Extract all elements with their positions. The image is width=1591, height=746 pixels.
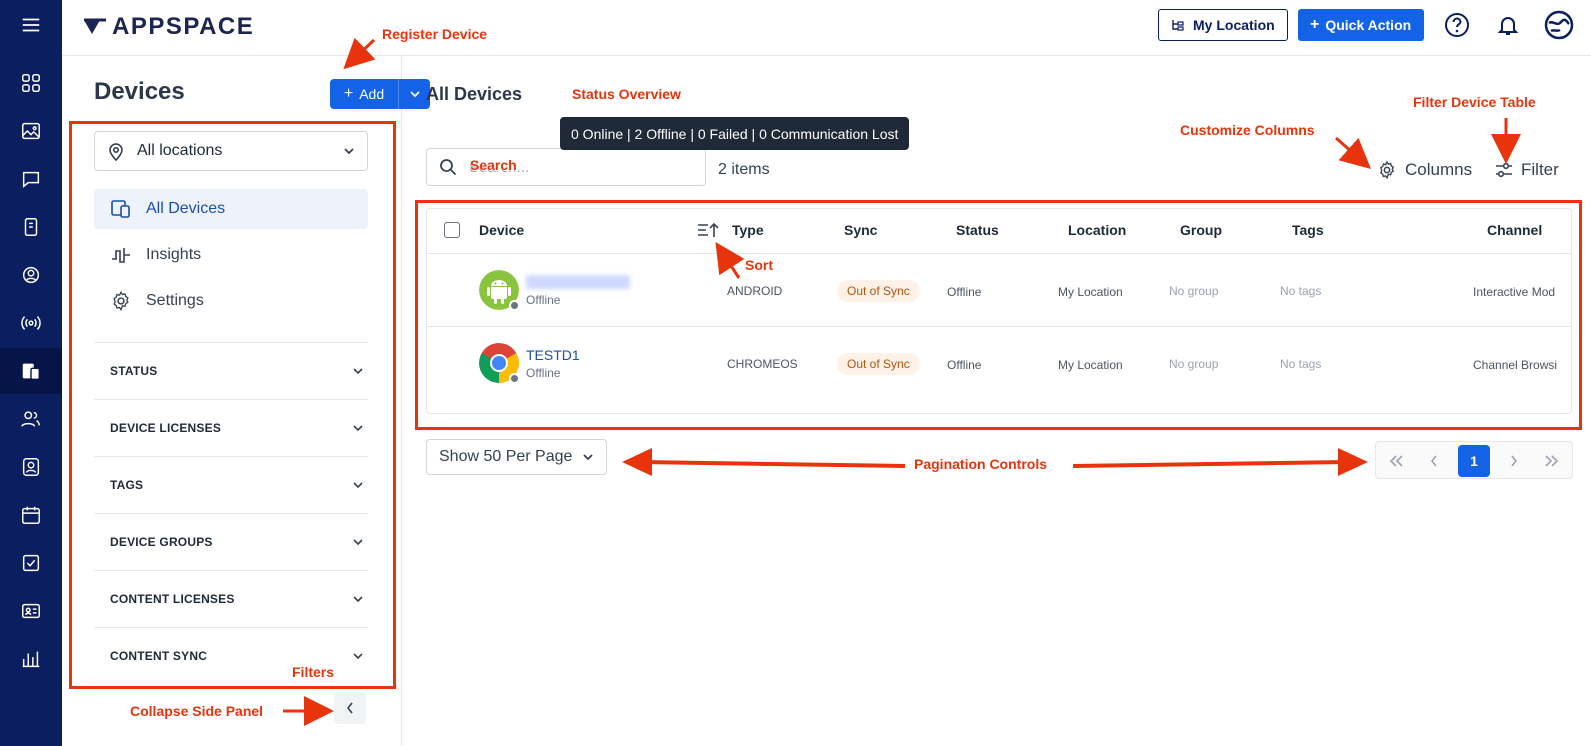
help-button[interactable] [1442, 10, 1472, 40]
search-input[interactable]: Search... [426, 148, 706, 186]
side-panel-title: Devices [94, 78, 185, 105]
add-button-group: + Add [330, 79, 430, 109]
page-title: All Devices [426, 84, 523, 104]
rail-device[interactable] [0, 204, 62, 250]
annotation-filters: Filters [292, 664, 335, 680]
nav-rail [0, 0, 62, 746]
next-page-button[interactable] [1498, 445, 1530, 477]
annotation-search: Search [470, 157, 517, 173]
rail-profile[interactable] [0, 444, 62, 490]
devices-icon [22, 363, 40, 380]
last-page-button[interactable] [1536, 445, 1568, 477]
items-count: 2 items [718, 161, 770, 178]
account-globe-icon [1544, 10, 1574, 40]
target-icon [22, 266, 40, 284]
filter-label: Filter [1521, 160, 1559, 179]
bar-chart-icon [22, 651, 40, 668]
quick-action-button[interactable]: + Quick Action [1298, 9, 1424, 41]
quick-action-label: Quick Action [1325, 17, 1412, 33]
my-location-button[interactable]: My Location [1158, 9, 1288, 41]
per-page-select[interactable]: Show 50 Per Page [426, 439, 608, 475]
filters-highlight-box [69, 121, 396, 689]
rail-users[interactable] [0, 396, 62, 442]
page-1-button[interactable]: 1 [1458, 445, 1490, 477]
rail-analytics[interactable] [0, 636, 62, 682]
task-icon [22, 554, 40, 572]
status-overview-tooltip: 0 Online | 2 Offline | 0 Failed | 0 Comm… [560, 117, 910, 150]
plus-icon: + [343, 85, 354, 102]
appspace-logo[interactable]: APPSPACE [82, 13, 254, 41]
table-highlight-box [415, 200, 1582, 430]
rail-broadcast[interactable] [0, 300, 62, 346]
rail-devices[interactable] [0, 348, 62, 394]
chevrons-right-icon [1545, 455, 1559, 467]
pagination: 1 [1375, 441, 1573, 479]
top-header: APPSPACE My Location + Quick Action [62, 0, 1591, 56]
annotation-sort: Sort [745, 257, 773, 273]
sliders-icon [1496, 162, 1512, 178]
annotation-status-overview: Status Overview [572, 86, 681, 102]
annotation-collapse-side-panel: Collapse Side Panel [130, 703, 264, 719]
chevrons-left-icon [1389, 455, 1403, 467]
annotation-filter-device-table: Filter Device Table [1413, 94, 1536, 110]
broadcast-icon [21, 316, 41, 330]
device-icon [24, 218, 38, 236]
rail-messages[interactable] [0, 156, 62, 202]
annotation-pagination-controls: Pagination Controls [914, 456, 1047, 472]
account-button[interactable] [1544, 10, 1574, 40]
image-icon [22, 122, 40, 140]
logo-mark-icon [84, 18, 106, 34]
add-device-button[interactable]: + Add [330, 79, 398, 109]
chevron-down-icon [583, 454, 594, 461]
users-icon [21, 411, 40, 427]
add-label: Add [359, 86, 385, 102]
columns-button[interactable]: Columns [1377, 160, 1472, 180]
filter-button[interactable]: Filter [1495, 160, 1559, 180]
rail-target[interactable] [0, 252, 62, 298]
location-tree-icon [1172, 20, 1184, 31]
menu-button[interactable] [0, 2, 62, 48]
calendar-icon [22, 506, 40, 524]
rail-directory[interactable] [0, 588, 62, 634]
bell-icon [1497, 17, 1519, 35]
plus-icon: + [1310, 16, 1320, 33]
columns-label: Columns [1405, 160, 1473, 179]
menu-icon [22, 18, 40, 32]
chevron-left-icon [346, 702, 353, 714]
notifications-button[interactable] [1493, 10, 1523, 40]
annotation-register-device: Register Device [382, 26, 488, 42]
rail-media[interactable] [0, 108, 62, 154]
rail-dashboard[interactable] [0, 60, 62, 106]
logo-text: APPSPACE [112, 13, 255, 40]
collapse-side-panel-button[interactable] [334, 692, 366, 724]
per-page-label: Show 50 Per Page [439, 448, 573, 465]
chat-icon [22, 171, 40, 188]
id-card-icon [22, 603, 40, 619]
gear-icon [1379, 160, 1395, 180]
help-icon [1445, 13, 1469, 37]
chevron-right-icon [1511, 455, 1518, 467]
chevron-down-icon [409, 91, 420, 98]
user-icon [22, 458, 40, 476]
previous-page-button[interactable] [1418, 445, 1450, 477]
dashboard-icon [22, 74, 40, 92]
chevron-left-icon [1430, 455, 1437, 467]
annotation-customize-columns: Customize Columns [1180, 122, 1315, 138]
first-page-button[interactable] [1380, 445, 1412, 477]
rail-tasks[interactable] [0, 540, 62, 586]
rail-calendar[interactable] [0, 492, 62, 538]
my-location-label: My Location [1193, 17, 1275, 33]
search-icon [440, 159, 457, 176]
